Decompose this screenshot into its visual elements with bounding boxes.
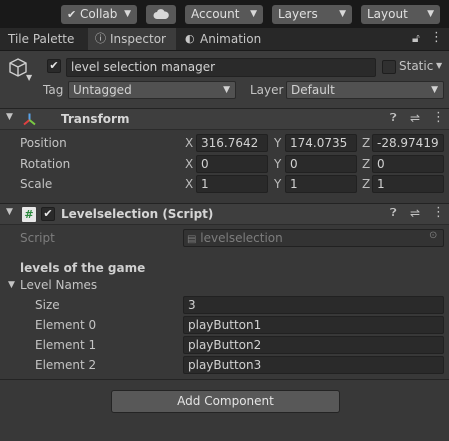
- cloud-icon: [153, 9, 169, 19]
- checkmark-icon: ✔: [67, 8, 77, 21]
- tab-tile-palette[interactable]: Tile Palette: [0, 28, 84, 50]
- top-toolbar: ✔ Collab ▼ Account ▼ Layers ▼ Layout ▼: [0, 0, 449, 28]
- axis-z-label: Z: [362, 157, 371, 171]
- tab-label: Inspector: [110, 32, 166, 46]
- position-label: Position: [20, 136, 67, 150]
- layer-dropdown[interactable]: Default ▼: [286, 81, 444, 99]
- element-0-field[interactable]: playButton1: [183, 316, 444, 334]
- add-component-button[interactable]: Add Component: [111, 390, 340, 413]
- script-component-header[interactable]: ▼ # ✔ Levelselection (Script) ❓︎ ⇌ ⋮: [0, 203, 449, 225]
- scale-y-field[interactable]: 1: [285, 175, 357, 193]
- object-picker-icon[interactable]: ⊙: [429, 230, 437, 241]
- tab-label: Tile Palette: [8, 32, 75, 46]
- static-label: Static: [399, 59, 434, 73]
- size-field[interactable]: 3: [183, 296, 444, 314]
- tab-inspector[interactable]: ⓘ Inspector: [88, 28, 176, 50]
- script-component-body: Script ▤ levelselection ⊙ levels of the …: [0, 226, 449, 379]
- layers-dropdown[interactable]: Layers ▼: [272, 5, 352, 24]
- panel-tabs: Tile Palette ⓘ Inspector ◐ Animation 🔓︎ …: [0, 28, 449, 51]
- collab-label: Collab: [80, 7, 118, 21]
- layout-dropdown[interactable]: Layout ▼: [361, 5, 440, 24]
- element-1-field[interactable]: playButton2: [183, 336, 444, 354]
- rotation-label: Rotation: [20, 157, 71, 171]
- tag-value: Untagged: [73, 83, 132, 97]
- layers-label: Layers: [278, 7, 318, 21]
- account-dropdown[interactable]: Account ▼: [185, 5, 263, 24]
- chevron-down-icon: ▼: [339, 9, 346, 19]
- preset-icon[interactable]: ⇌: [410, 111, 420, 125]
- more-options-icon[interactable]: ⋮: [432, 205, 445, 220]
- element-0-label: Element 0: [35, 318, 97, 332]
- rotation-y-field[interactable]: 0: [285, 155, 357, 173]
- layer-label: Layer: [250, 83, 284, 97]
- axis-x-label: X: [185, 136, 194, 150]
- position-y-field[interactable]: 174.0735: [285, 134, 357, 152]
- transform-axes-icon: [23, 113, 36, 126]
- axis-y-label: Y: [274, 157, 282, 171]
- script-label: Script: [20, 231, 55, 245]
- script-component-title: Levelselection (Script): [61, 207, 214, 221]
- element-1-label: Element 1: [35, 338, 97, 352]
- info-icon: ⓘ: [95, 32, 106, 45]
- preset-icon[interactable]: ⇌: [410, 206, 420, 220]
- help-icon[interactable]: ❓︎: [390, 206, 397, 220]
- static-checkbox[interactable]: [382, 60, 396, 74]
- axis-y-label: Y: [274, 136, 282, 150]
- foldout-arrow-icon[interactable]: ▼: [6, 207, 13, 217]
- lock-icon[interactable]: 🔓︎: [412, 31, 420, 46]
- tag-label: Tag: [43, 83, 64, 97]
- scale-x-field[interactable]: 1: [196, 175, 268, 193]
- scale-label: Scale: [20, 177, 53, 191]
- help-icon[interactable]: ❓︎: [390, 111, 397, 125]
- foldout-arrow-icon[interactable]: ▼: [6, 112, 13, 122]
- axis-x-label: X: [185, 177, 194, 191]
- more-options-icon[interactable]: ⋮: [430, 30, 443, 45]
- axis-z-label: Z: [362, 177, 371, 191]
- foldout-arrow-icon[interactable]: ▼: [8, 280, 15, 290]
- tab-animation[interactable]: ◐ Animation: [180, 28, 270, 50]
- chevron-down-icon[interactable]: ▼: [26, 73, 32, 82]
- script-enabled-checkbox[interactable]: ✔: [41, 207, 55, 221]
- active-checkbox[interactable]: ✔: [47, 59, 61, 73]
- axis-z-label: Z: [362, 136, 371, 150]
- animation-icon: ◐: [185, 32, 195, 45]
- transform-header[interactable]: ▼ Transform ❓︎ ⇌ ⋮: [0, 108, 449, 130]
- level-names-label[interactable]: Level Names: [20, 278, 97, 292]
- axis-y-label: Y: [274, 177, 282, 191]
- object-header: ▼ ✔ level selection manager Static ▼ Tag…: [0, 51, 449, 108]
- tag-dropdown[interactable]: Untagged ▼: [68, 81, 236, 99]
- script-reference-field: ▤ levelselection: [183, 229, 444, 247]
- cloud-button[interactable]: [146, 5, 176, 24]
- layout-label: Layout: [367, 7, 408, 21]
- tab-label: Animation: [200, 32, 262, 46]
- transform-body: Position X 316.7642 Y 174.0735 Z -28.974…: [0, 131, 449, 201]
- scale-z-field[interactable]: 1: [372, 175, 444, 193]
- layer-value: Default: [291, 83, 335, 97]
- position-x-field[interactable]: 316.7642: [196, 134, 268, 152]
- chevron-down-icon: ▼: [124, 9, 131, 19]
- chevron-down-icon: ▼: [431, 85, 438, 95]
- rotation-x-field[interactable]: 0: [196, 155, 268, 173]
- axis-x-label: X: [185, 157, 194, 171]
- collab-button[interactable]: ✔ Collab ▼: [61, 5, 137, 24]
- account-label: Account: [191, 7, 240, 21]
- csharp-script-icon: #: [22, 207, 36, 222]
- element-2-label: Element 2: [35, 358, 97, 372]
- object-name-field[interactable]: level selection manager: [66, 58, 376, 77]
- chevron-down-icon: ▼: [427, 9, 434, 19]
- levels-header: levels of the game: [20, 261, 146, 275]
- chevron-down-icon: ▼: [250, 9, 257, 19]
- size-label: Size: [35, 298, 60, 312]
- element-2-field[interactable]: playButton3: [183, 356, 444, 374]
- script-file-icon: ▤: [187, 234, 197, 245]
- divider: [0, 379, 449, 380]
- position-z-field[interactable]: -28.97419: [372, 134, 444, 152]
- rotation-z-field[interactable]: 0: [372, 155, 444, 173]
- chevron-down-icon: ▼: [223, 85, 230, 95]
- more-options-icon[interactable]: ⋮: [432, 110, 445, 125]
- chevron-down-icon[interactable]: ▼: [436, 61, 442, 70]
- transform-title: Transform: [61, 112, 130, 126]
- script-value: levelselection: [200, 231, 283, 245]
